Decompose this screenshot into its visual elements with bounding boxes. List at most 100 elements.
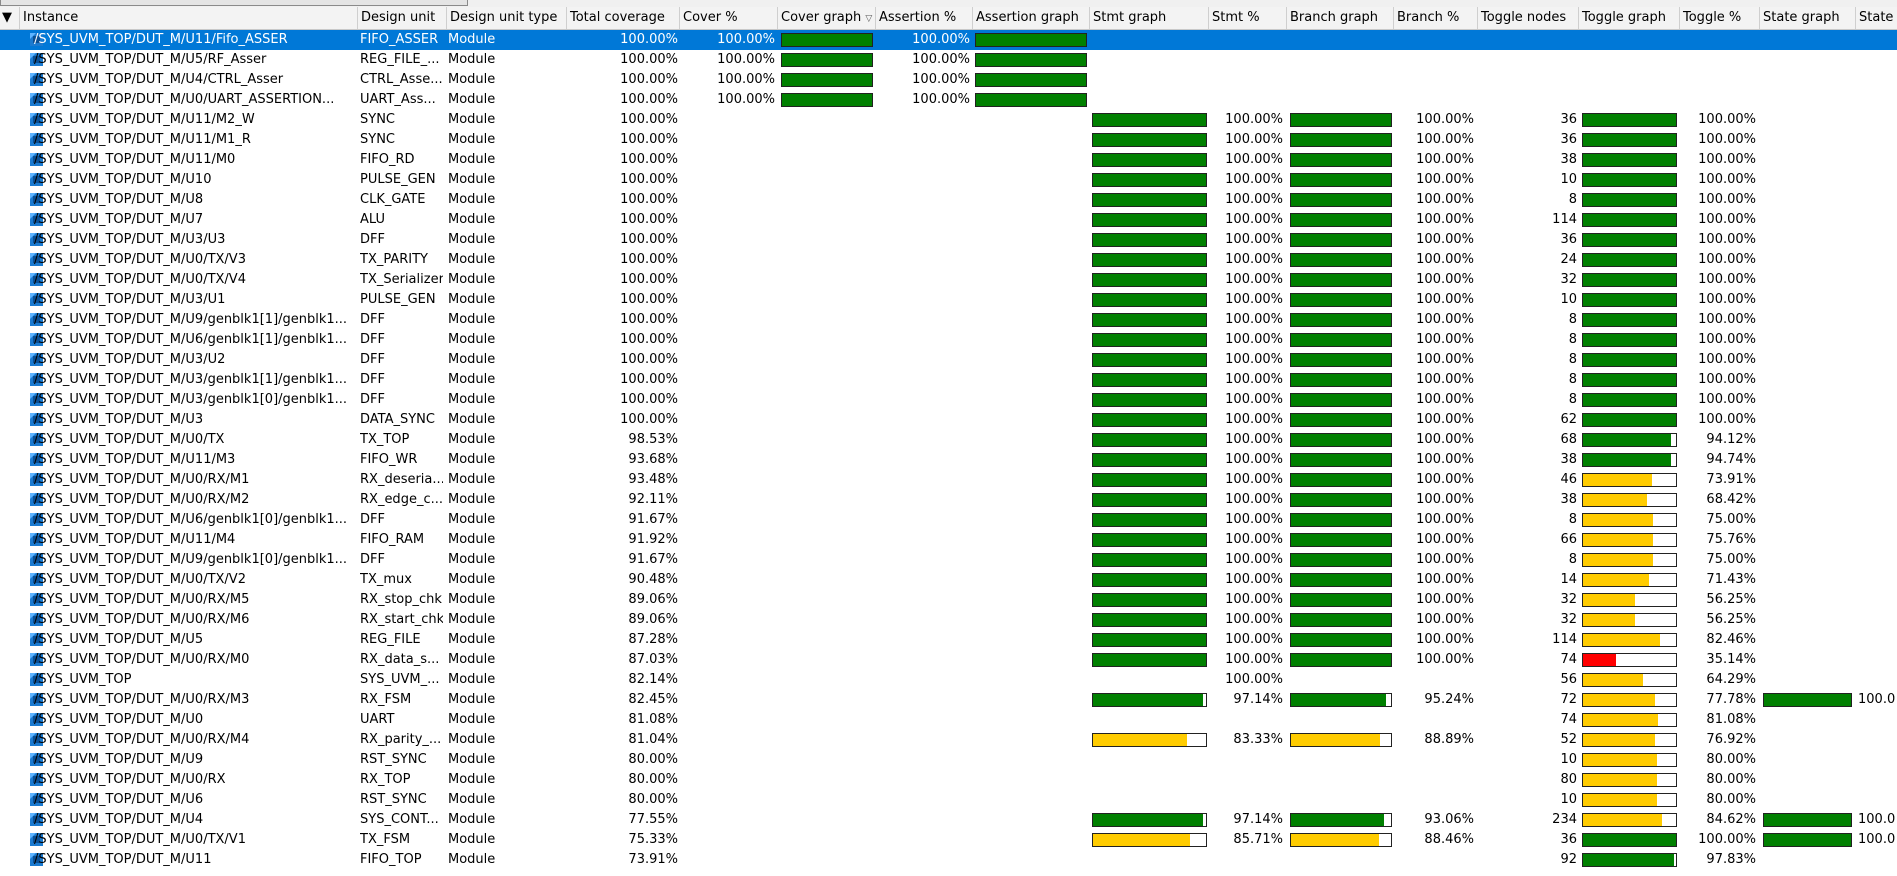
toggle-pct-cell: 64.29% xyxy=(1706,672,1756,687)
col-stmt-graph[interactable]: Stmt graph xyxy=(1090,7,1209,29)
total-coverage-cell: 91.67% xyxy=(628,552,678,567)
table-row[interactable]: /SYS_UVM_TOP/DUT_M/U0/UART_ASSERTION... U… xyxy=(0,90,1897,110)
col-design-unit-type[interactable]: Design unit type xyxy=(447,7,567,29)
table-row[interactable]: /SYS_UVM_TOP/DUT_M/U0 UART Module 81.08% 74 8… xyxy=(0,710,1897,730)
table-row[interactable]: /SYS_UVM_TOP SYS_UVM_... Module 82.14% 100.0… xyxy=(0,670,1897,690)
table-row[interactable]: /SYS_UVM_TOP/DUT_M/U10 PULSE_GEN Module 100… xyxy=(0,170,1897,190)
stmt-pct-cell: 100.00% xyxy=(1225,132,1283,147)
instance-cell: /SYS_UVM_TOP/DUT_M/U3/genblk1[0]/genblk1… xyxy=(34,392,348,407)
total-coverage-cell: 100.00% xyxy=(620,372,678,387)
col-branch-graph-label: Branch graph xyxy=(1290,10,1379,25)
instance-cell: /SYS_UVM_TOP/DUT_M/U10 xyxy=(34,172,212,187)
expand-all-icon[interactable]: ▼ xyxy=(0,7,20,29)
design-unit-cell: CLK_GATE xyxy=(360,192,426,207)
table-row[interactable]: /SYS_UVM_TOP/DUT_M/U11/M2_W SYNC Module 100… xyxy=(0,110,1897,130)
horizontal-scrollbar[interactable] xyxy=(0,0,468,6)
table-row[interactable]: /SYS_UVM_TOP/DUT_M/U7 ALU Module 100.00% 100… xyxy=(0,210,1897,230)
branch-graph-bar xyxy=(1290,493,1392,507)
col-instance[interactable]: Instance xyxy=(20,7,358,29)
total-coverage-cell: 100.00% xyxy=(620,272,678,287)
table-row[interactable]: /SYS_UVM_TOP/DUT_M/U0/RX/M3 RX_FSM Module 8… xyxy=(0,690,1897,710)
branch-pct-cell: 88.89% xyxy=(1424,732,1474,747)
toggle-pct-cell: 56.25% xyxy=(1706,592,1756,607)
design-unit-type-cell: Module xyxy=(448,452,496,467)
state-graph-bar-fill xyxy=(1764,694,1851,706)
table-row[interactable]: /SYS_UVM_TOP/DUT_M/U0/RX/M4 RX_parity_...… xyxy=(0,730,1897,750)
col-branch-graph[interactable]: Branch graph xyxy=(1287,7,1394,29)
col-stmt-pct[interactable]: Stmt % xyxy=(1209,7,1287,29)
table-row[interactable]: /SYS_UVM_TOP/DUT_M/U0/TX/V4 TX_Serializer… xyxy=(0,270,1897,290)
table-row[interactable]: /SYS_UVM_TOP/DUT_M/U4/CTRL_Asser CTRL_Ass… xyxy=(0,70,1897,90)
col-cover-pct[interactable]: Cover % xyxy=(680,7,778,29)
branch-pct-cell: 100.00% xyxy=(1416,332,1474,347)
table-row[interactable]: /SYS_UVM_TOP/DUT_M/U9/genblk1[0]/genblk1… xyxy=(0,550,1897,570)
table-row[interactable]: /SYS_UVM_TOP/DUT_M/U11/M0 FIFO_RD Module 10… xyxy=(0,150,1897,170)
table-row[interactable]: /SYS_UVM_TOP/DUT_M/U11 FIFO_TOP Module 73.9… xyxy=(0,850,1897,870)
table-row[interactable]: /SYS_UVM_TOP/DUT_M/U0/RX/M6 RX_start_chk M… xyxy=(0,610,1897,630)
table-row[interactable]: /SYS_UVM_TOP/DUT_M/U0/RX RX_TOP Module 80.0… xyxy=(0,770,1897,790)
table-row[interactable]: /SYS_UVM_TOP/DUT_M/U5 REG_FILE Module 87.28… xyxy=(0,630,1897,650)
stmt-pct-cell: 100.00% xyxy=(1225,592,1283,607)
table-row[interactable]: /SYS_UVM_TOP/DUT_M/U11/M4 FIFO_RAM Module 9… xyxy=(0,530,1897,550)
branch-graph-bar-fill xyxy=(1291,454,1391,466)
branch-pct-cell: 100.00% xyxy=(1416,192,1474,207)
col-toggle-nodes[interactable]: Toggle nodes xyxy=(1478,7,1579,29)
table-row[interactable]: /SYS_UVM_TOP/DUT_M/U3/genblk1[0]/genblk1… xyxy=(0,390,1897,410)
table-row[interactable]: /SYS_UVM_TOP/DUT_M/U8 CLK_GATE Module 100.0… xyxy=(0,190,1897,210)
branch-graph-bar xyxy=(1290,193,1392,207)
col-cover-graph[interactable]: Cover graph ▽ xyxy=(778,7,876,29)
stmt-graph-bar xyxy=(1092,273,1207,287)
col-total-coverage[interactable]: Total coverage xyxy=(567,7,680,29)
col-state-graph[interactable]: State graph xyxy=(1760,7,1856,29)
col-design-unit-label: Design unit xyxy=(361,10,436,25)
branch-pct-cell: 100.00% xyxy=(1416,212,1474,227)
table-row[interactable]: /SYS_UVM_TOP/DUT_M/U9/genblk1[1]/genblk1… xyxy=(0,310,1897,330)
table-row[interactable]: /SYS_UVM_TOP/DUT_M/U0/RX/M2 RX_edge_c... M… xyxy=(0,490,1897,510)
branch-pct-cell: 100.00% xyxy=(1416,512,1474,527)
col-assertion-graph[interactable]: Assertion graph xyxy=(973,7,1090,29)
table-row[interactable]: /SYS_UVM_TOP/DUT_M/U11/M3 FIFO_WR Module 93… xyxy=(0,450,1897,470)
table-row[interactable]: /SYS_UVM_TOP/DUT_M/U0/RX/M0 RX_data_s... M… xyxy=(0,650,1897,670)
table-row[interactable]: /SYS_UVM_TOP/DUT_M/U6/genblk1[0]/genblk1… xyxy=(0,510,1897,530)
table-row[interactable]: /SYS_UVM_TOP/DUT_M/U6/genblk1[1]/genblk1… xyxy=(0,330,1897,350)
instance-cell: /SYS_UVM_TOP/DUT_M/U6 xyxy=(34,792,204,807)
stmt-graph-bar-fill xyxy=(1093,334,1206,346)
assertion-pct-cell: 100.00% xyxy=(912,52,970,67)
branch-graph-bar-fill xyxy=(1291,314,1391,326)
toggle-graph-bar-fill xyxy=(1583,574,1650,586)
table-row[interactable]: /SYS_UVM_TOP/DUT_M/U3/U1 PULSE_GEN Module 1… xyxy=(0,290,1897,310)
table-row[interactable]: /SYS_UVM_TOP/DUT_M/U0/TX/V2 TX_mux Module 9… xyxy=(0,570,1897,590)
col-toggle-graph[interactable]: Toggle graph xyxy=(1579,7,1680,29)
col-assertion-pct[interactable]: Assertion % xyxy=(876,7,973,29)
total-coverage-cell: 90.48% xyxy=(628,572,678,587)
table-row[interactable]: /SYS_UVM_TOP/DUT_M/U11/Fifo_ASSER FIFO_AS… xyxy=(0,30,1897,50)
design-unit-cell: DFF xyxy=(360,352,385,367)
table-row[interactable]: /SYS_UVM_TOP/DUT_M/U0/RX/M1 RX_deseria...… xyxy=(0,470,1897,490)
table-row[interactable]: /SYS_UVM_TOP/DUT_M/U3/U3 DFF Module 100.00%… xyxy=(0,230,1897,250)
col-state[interactable]: State xyxy=(1856,7,1897,29)
total-coverage-cell: 100.00% xyxy=(620,292,678,307)
col-branch-pct[interactable]: Branch % xyxy=(1394,7,1478,29)
toggle-nodes-cell: 36 xyxy=(1560,112,1577,127)
table-row[interactable]: /SYS_UVM_TOP/DUT_M/U0/TX/V1 TX_FSM Module 7… xyxy=(0,830,1897,850)
table-row[interactable]: /SYS_UVM_TOP/DUT_M/U3/U2 DFF Module 100.00%… xyxy=(0,350,1897,370)
instance-cell: /SYS_UVM_TOP/DUT_M/U0/RX/M3 xyxy=(34,692,250,707)
col-design-unit[interactable]: Design unit xyxy=(358,7,447,29)
design-unit-type-cell: Module xyxy=(448,632,496,647)
table-row[interactable]: /SYS_UVM_TOP/DUT_M/U3/genblk1[1]/genblk1… xyxy=(0,370,1897,390)
table-row[interactable]: /SYS_UVM_TOP/DUT_M/U6 RST_SYNC Module 80.00… xyxy=(0,790,1897,810)
table-row[interactable]: /SYS_UVM_TOP/DUT_M/U5/RF_Asser REG_FILE_.… xyxy=(0,50,1897,70)
design-unit-cell: RX_TOP xyxy=(360,772,411,787)
table-row[interactable]: /SYS_UVM_TOP/DUT_M/U3 DATA_SYNC Module 100.… xyxy=(0,410,1897,430)
stmt-pct-cell: 100.00% xyxy=(1225,572,1283,587)
table-row[interactable]: /SYS_UVM_TOP/DUT_M/U4 SYS_CONT... Module 77… xyxy=(0,810,1897,830)
table-row[interactable]: /SYS_UVM_TOP/DUT_M/U0/TX TX_TOP Module 98.5… xyxy=(0,430,1897,450)
col-toggle-pct[interactable]: Toggle % xyxy=(1680,7,1760,29)
table-row[interactable]: /SYS_UVM_TOP/DUT_M/U9 RST_SYNC Module 80.00… xyxy=(0,750,1897,770)
table-row[interactable]: /SYS_UVM_TOP/DUT_M/U0/TX/V3 TX_PARITY Modu… xyxy=(0,250,1897,270)
table-row[interactable]: /SYS_UVM_TOP/DUT_M/U0/RX/M5 RX_stop_chk Mo… xyxy=(0,590,1897,610)
table-row[interactable]: /SYS_UVM_TOP/DUT_M/U11/M1_R SYNC Module 100… xyxy=(0,130,1897,150)
design-unit-cell: RX_start_chk xyxy=(360,612,443,627)
instance-cell: /SYS_UVM_TOP/DUT_M/U5 xyxy=(34,632,204,647)
design-unit-cell: TX_FSM xyxy=(360,832,411,847)
